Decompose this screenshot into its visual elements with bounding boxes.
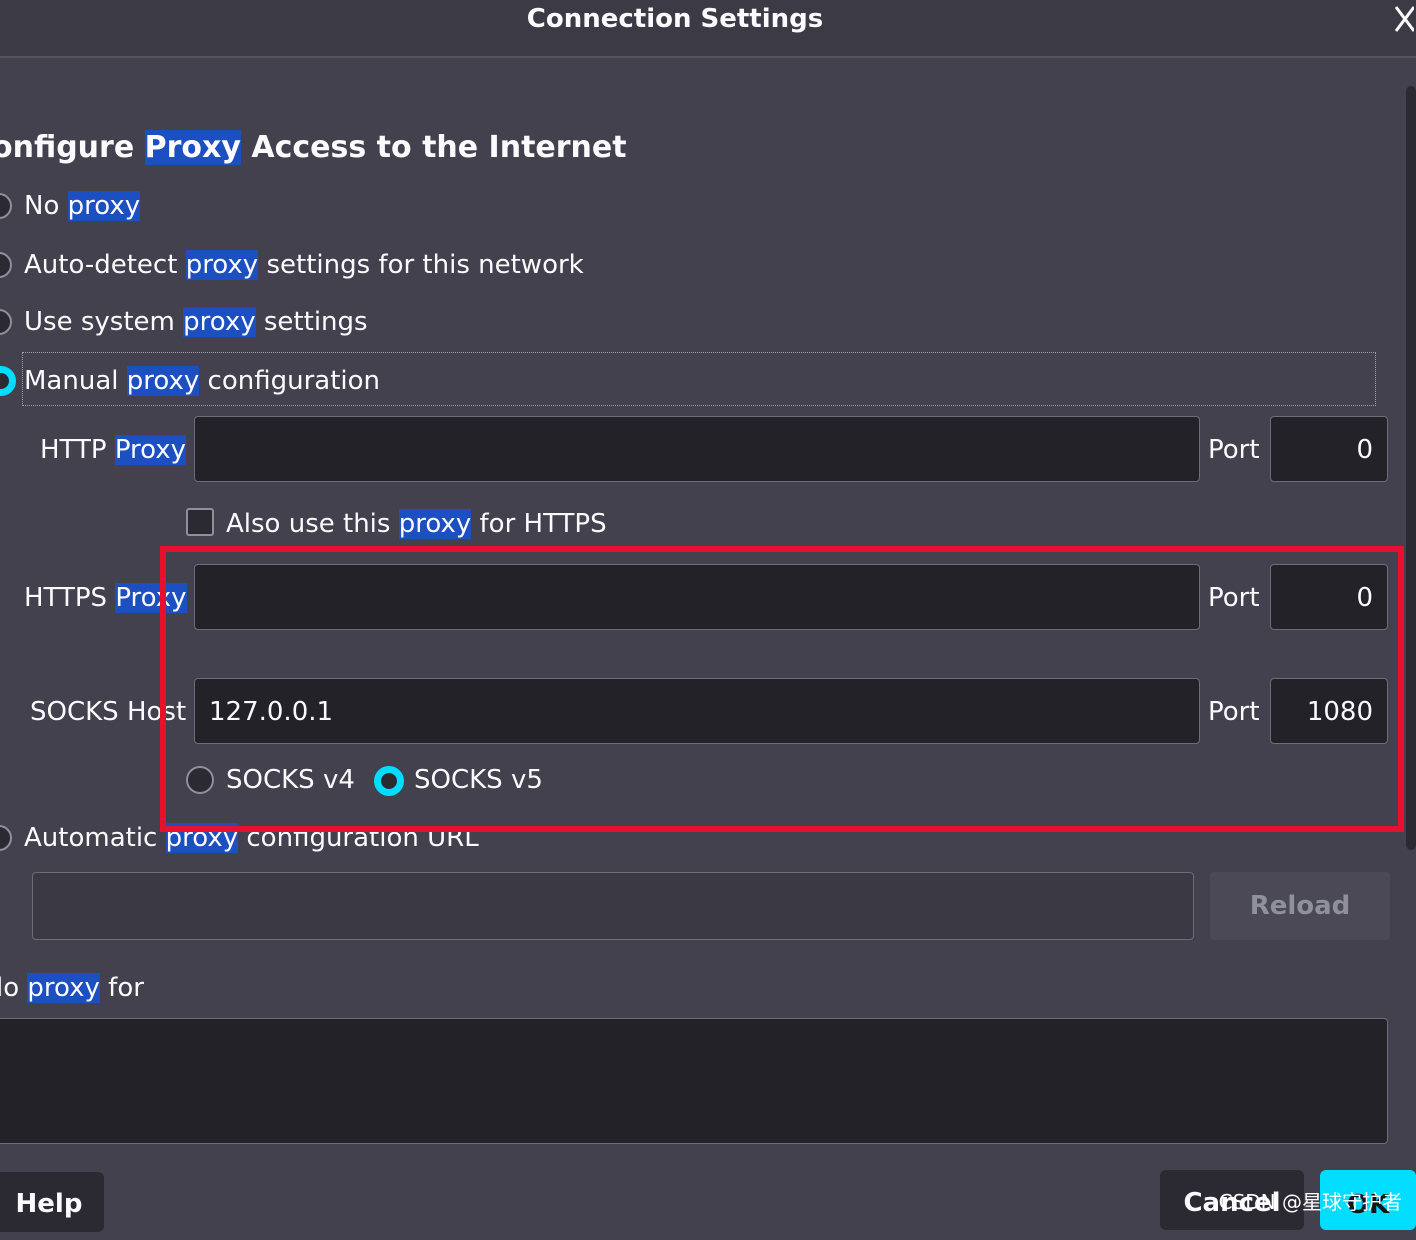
http-port-value: 0 — [1356, 435, 1373, 465]
radio-system-proxy-label: Use system proxy settings — [24, 307, 368, 337]
http-proxy-label: HTTP Proxy — [40, 435, 187, 465]
radio-icon — [0, 252, 12, 278]
radio-icon — [0, 193, 12, 219]
auto-url-input[interactable] — [32, 872, 1194, 940]
radio-selected-icon — [0, 366, 16, 396]
radio-system-proxy[interactable]: Use system proxy settings — [0, 302, 600, 342]
watermark: CSDN @星球守护者 — [1218, 1190, 1402, 1214]
also-https-checkbox[interactable] — [186, 508, 214, 536]
radio-manual-proxy[interactable]: Manual proxy configuration — [0, 361, 600, 401]
dialog-title: Connection Settings — [526, 4, 824, 34]
radio-auto-detect[interactable]: Auto-detect proxy settings for this netw… — [0, 245, 700, 285]
radio-auto-detect-label: Auto-detect proxy settings for this netw… — [24, 250, 584, 280]
radio-no-proxy[interactable]: No proxy — [0, 186, 600, 226]
close-icon[interactable] — [1394, 4, 1416, 40]
http-port-input[interactable]: 0 — [1270, 416, 1388, 482]
http-port-label: Port — [1208, 435, 1260, 465]
no-proxy-for-textarea[interactable] — [0, 1018, 1388, 1144]
radio-icon — [0, 825, 12, 851]
radio-no-proxy-label: No proxy — [24, 191, 141, 221]
http-proxy-input[interactable] — [194, 416, 1200, 482]
help-button[interactable]: Help — [0, 1172, 104, 1232]
reload-button[interactable]: Reload — [1210, 872, 1390, 940]
scrollbar[interactable] — [1406, 86, 1416, 850]
also-https-label: Also use this proxy for HTTPS — [226, 509, 607, 539]
annotation-highlight-box — [160, 546, 1404, 832]
no-proxy-for-label: lo proxy for — [0, 973, 144, 1003]
section-heading: onfigure Proxy Access to the Internet — [0, 130, 627, 165]
radio-manual-proxy-label: Manual proxy configuration — [24, 366, 380, 396]
radio-icon — [0, 309, 12, 335]
